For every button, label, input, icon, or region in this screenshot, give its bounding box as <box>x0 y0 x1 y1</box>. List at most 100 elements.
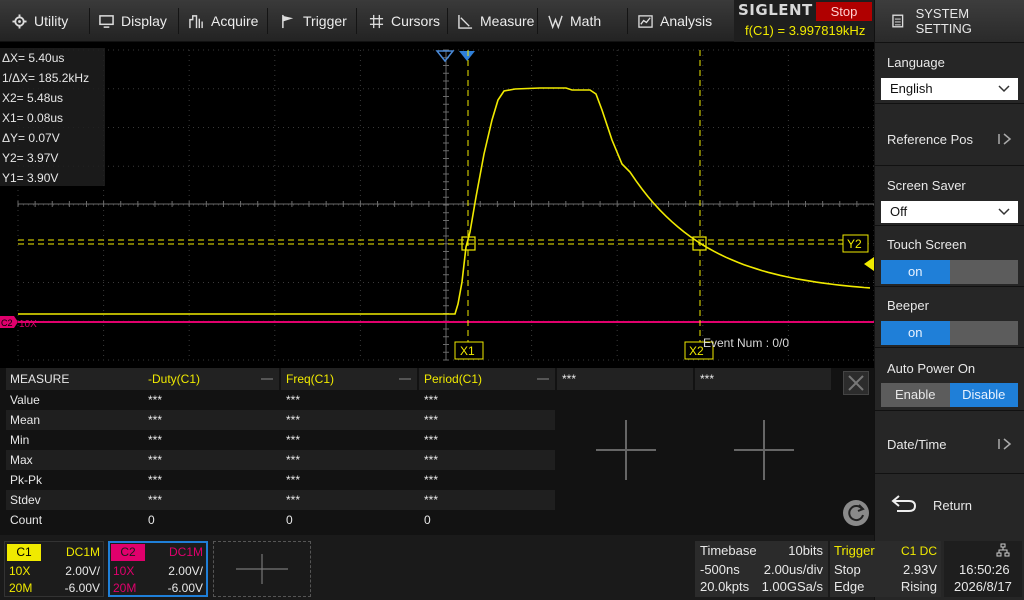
c2-label: C2 <box>111 544 145 561</box>
table-row: Mean *** *** *** <box>6 410 555 430</box>
c1-channel-box[interactable]: C1 DC1M 10X 2.00V/ 20M -6.00V <box>4 541 104 597</box>
trigger-level-marker[interactable] <box>864 257 874 271</box>
trigger-slope: Rising <box>900 579 937 594</box>
menu-analysis[interactable]: Analysis <box>638 0 712 42</box>
header-bar <box>399 378 411 380</box>
measure-cell: 0 <box>148 513 155 527</box>
language-value: English <box>890 81 933 96</box>
beeper-toggle[interactable]: on <box>881 321 1018 345</box>
c2-channel-box[interactable]: C2 DC1M 10X 2.00V/ 20M -6.00V <box>108 541 208 597</box>
delta-y-readout: ΔY= 0.07V <box>2 131 60 145</box>
y2-readout: Y2= 3.97V <box>2 151 59 165</box>
menu-measure[interactable]: Measure <box>458 0 534 42</box>
measure-row-label: Pk-Pk <box>10 473 43 487</box>
measure-header-4-label: *** <box>562 372 577 386</box>
system-setting-panel: SYSTEM SETTING Language English Referenc… <box>874 0 1024 600</box>
measure-cell: *** <box>424 493 439 507</box>
auto-power-enable[interactable]: Enable <box>881 383 950 407</box>
header-bar <box>537 378 549 380</box>
beeper-on[interactable]: on <box>881 321 950 345</box>
touch-screen-section: Touch Screen on <box>875 225 1024 286</box>
auto-power-section: Auto Power On Enable Disable <box>875 347 1024 410</box>
sample-rate: 1.00GSa/s <box>761 579 823 594</box>
measure-cell: 0 <box>424 513 431 527</box>
measure-header-2-label: Freq(C1) <box>286 372 335 386</box>
menu-utility[interactable]: Utility <box>12 0 68 42</box>
x2-tag: X2 <box>689 344 704 358</box>
touch-screen-toggle[interactable]: on <box>881 260 1018 284</box>
menu-utility-label: Utility <box>34 13 69 29</box>
trigger-position-marker[interactable] <box>435 50 455 63</box>
c1-label: C1 <box>7 544 41 561</box>
auto-power-toggle[interactable]: Enable Disable <box>881 383 1018 407</box>
measure-empty-slot-2[interactable] <box>696 390 831 520</box>
auto-power-disable[interactable]: Disable <box>949 383 1018 407</box>
measure-header-5[interactable]: *** <box>695 368 831 390</box>
measure-header-3-label: Period(C1) <box>424 372 483 386</box>
c1-trace <box>18 87 871 315</box>
table-row: Min *** *** *** <box>6 430 555 450</box>
trigger-delay-marker[interactable] <box>459 51 475 61</box>
menu-divider <box>447 8 448 34</box>
touch-screen-on[interactable]: on <box>881 260 950 284</box>
measure-row-label: Max <box>10 453 33 467</box>
measure-empty-slot-1[interactable] <box>558 390 693 520</box>
menu-math[interactable]: Math <box>548 0 601 42</box>
datetime-button[interactable]: Date/Time <box>875 410 1024 473</box>
waveform-area[interactable]: C2 10X X1 X2 Y2 ΔX= 5.40us 1/ΔX= 185.2kH… <box>0 42 874 365</box>
add-channel-button[interactable] <box>213 541 311 597</box>
beeper-off-side[interactable] <box>949 321 1018 345</box>
menu-measure-label: Measure <box>480 13 535 29</box>
return-label: Return <box>933 498 973 513</box>
measure-header-3[interactable]: Period(C1) <box>419 368 555 390</box>
screen-saver-dropdown[interactable]: Off <box>881 201 1018 223</box>
language-section: Language English <box>875 42 1024 103</box>
run-stop-badge[interactable]: Stop <box>816 2 872 21</box>
measure-cell: *** <box>286 433 301 447</box>
c2-probe: 10X <box>113 564 135 578</box>
touch-screen-off-side[interactable] <box>949 260 1018 284</box>
panel-title: SYSTEM SETTING <box>915 6 972 36</box>
chevron-down-icon <box>998 85 1010 93</box>
inverse-delta-x-readout: 1/ΔX= 185.2kHz <box>2 71 90 85</box>
frequency-counter: f(C1) = 3.997819kHz <box>745 23 866 38</box>
measure-header-4[interactable]: *** <box>557 368 693 390</box>
menu-display[interactable]: Display <box>99 0 167 42</box>
x1-tag: X1 <box>460 344 475 358</box>
measure-cell: *** <box>424 453 439 467</box>
siglent-logo: SIGLENT <box>738 1 813 19</box>
flag-icon <box>282 14 294 28</box>
trigger-box[interactable]: Trigger C1 DC Stop 2.93V Edge Rising <box>830 541 941 597</box>
y2-tag: Y2 <box>847 237 862 251</box>
measure-cell: *** <box>286 473 301 487</box>
reference-pos-button[interactable]: Reference Pos <box>875 103 1024 165</box>
submenu-arrow-icon <box>998 133 1012 145</box>
reset-statistics-button[interactable] <box>843 500 869 526</box>
menu-cursors-label: Cursors <box>391 13 441 29</box>
submenu-arrow-icon <box>998 438 1012 450</box>
x1-readout: X1= 0.08us <box>2 111 64 125</box>
measure-header-1[interactable]: -Duty(C1) <box>143 368 279 390</box>
trigger-delay: -500ns <box>700 562 740 577</box>
add-measure-plus-icon <box>734 420 794 480</box>
measure-row-label: Stdev <box>10 493 41 507</box>
menu-acquire[interactable]: Acquire <box>189 0 258 42</box>
menu-cursors[interactable]: Cursors <box>369 0 440 42</box>
gear-icon <box>12 13 27 29</box>
menu-trigger[interactable]: Trigger <box>281 0 347 42</box>
language-dropdown[interactable]: English <box>881 78 1018 100</box>
refresh-icon <box>848 504 865 522</box>
close-measure-button[interactable] <box>843 371 869 395</box>
measure-header-2[interactable]: Freq(C1) <box>281 368 417 390</box>
measure-cell: *** <box>424 433 439 447</box>
measure-row-label: Value <box>10 393 40 407</box>
measure-cell: *** <box>286 453 301 467</box>
c2-marker-tag: C2 <box>1 318 13 328</box>
acquire-icon <box>189 14 203 28</box>
x2-readout: X2= 5.48us <box>2 91 64 105</box>
timebase-box[interactable]: Timebase 10bits -500ns 2.00us/div 20.0kp… <box>695 541 828 597</box>
measure-cell: *** <box>286 393 301 407</box>
measure-title: MEASURE <box>6 368 143 390</box>
return-arrow-icon <box>891 495 917 512</box>
menu-display-label: Display <box>121 13 167 29</box>
